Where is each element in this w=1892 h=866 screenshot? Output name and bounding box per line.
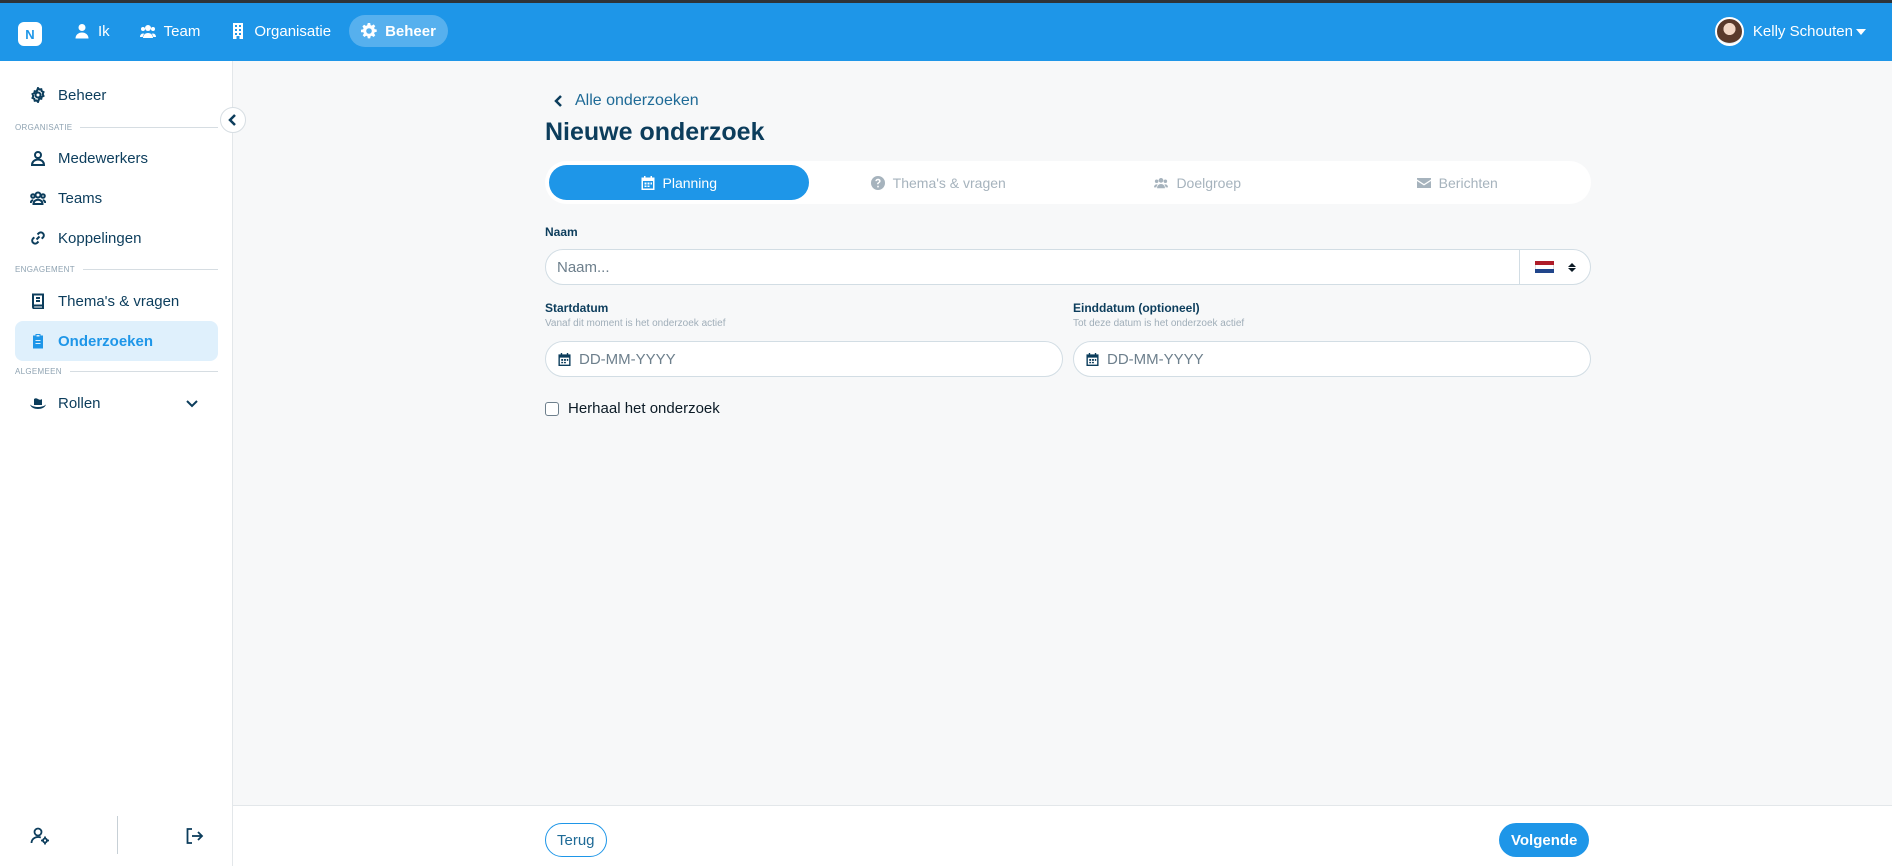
- chevron-left-icon: [228, 114, 236, 126]
- users-icon: [1154, 177, 1169, 188]
- tab-themas-vragen[interactable]: Thema's & vragen: [809, 165, 1069, 200]
- section-label: ENGAGEMENT: [15, 265, 75, 274]
- name-field-wrapper: [545, 249, 1591, 285]
- end-date-hint: Tot deze datum is het onderzoek actief: [1073, 318, 1245, 329]
- sidebar-item-koppelingen[interactable]: Koppelingen: [15, 218, 218, 258]
- hat-icon: [30, 398, 46, 409]
- envelope-icon: [1416, 177, 1431, 188]
- sidebar-item-teams[interactable]: Teams: [15, 178, 218, 218]
- users-icon: [30, 191, 46, 205]
- logout-icon: [186, 828, 204, 844]
- chevron-down-icon: [186, 400, 198, 408]
- tab-label: Planning: [662, 174, 718, 191]
- sidebar-item-medewerkers[interactable]: Medewerkers: [15, 138, 218, 178]
- tab-berichten[interactable]: Berichten: [1328, 165, 1588, 200]
- sidebar-item-label: Rollen: [58, 394, 101, 412]
- repeat-label: Herhaal het onderzoek: [568, 400, 720, 417]
- section-label: ORGANISATIE: [15, 123, 73, 132]
- section-header-engagement: ENGAGEMENT: [15, 265, 218, 274]
- nav-item-ik[interactable]: Ik: [62, 15, 122, 47]
- user-gear-icon: [30, 827, 49, 845]
- sidebar-item-label: Teams: [58, 189, 103, 207]
- repeat-checkbox[interactable]: [545, 401, 559, 416]
- next-button[interactable]: Volgende: [1499, 823, 1590, 857]
- sidebar: Beheer ORGANISATIE Medewerkers Teams Kop…: [0, 61, 233, 866]
- end-date-label: Einddatum (optioneel): [1073, 301, 1200, 315]
- tab-label: Berichten: [1438, 174, 1498, 191]
- sidebar-item-themas[interactable]: Thema's & vragen: [15, 281, 218, 321]
- section-label: ALGEMEEN: [15, 367, 62, 376]
- start-date-input[interactable]: [571, 342, 1062, 376]
- tab-planning[interactable]: Planning: [549, 165, 809, 200]
- sidebar-item-beheer[interactable]: Beheer: [15, 75, 218, 115]
- nav-item-beheer[interactable]: Beheer: [349, 15, 448, 47]
- dutch-flag-icon: [1534, 260, 1554, 274]
- sidebar-item-label: Koppelingen: [58, 229, 142, 247]
- chevron-left-icon: [554, 95, 562, 107]
- book-icon: [32, 293, 44, 309]
- end-date-wrapper: [1073, 341, 1591, 377]
- divider: [80, 127, 218, 128]
- user-settings-button[interactable]: [30, 826, 50, 846]
- back-link-label: Alle onderzoeken: [575, 92, 699, 109]
- divider: [117, 816, 118, 854]
- user-name: Kelly Schouten: [1752, 23, 1853, 40]
- app-logo[interactable]: N: [18, 22, 42, 46]
- wizard-footer: Terug Volgende: [233, 805, 1892, 866]
- logout-button[interactable]: [184, 826, 204, 846]
- nav-item-label: Team: [163, 22, 201, 40]
- link-icon: [31, 231, 45, 245]
- avatar: [1714, 17, 1744, 46]
- sidebar-item-label: Beheer: [58, 86, 107, 104]
- calendar-icon: [558, 352, 571, 366]
- start-date-label: Startdatum: [545, 301, 609, 315]
- calendar-icon: [641, 175, 654, 190]
- top-navbar: N Ik Team Organisatie Beheer Kelly Schou…: [0, 0, 1892, 61]
- gear-icon: [31, 87, 45, 103]
- start-date-wrapper: [545, 341, 1063, 377]
- caret-down-icon: [1856, 28, 1866, 35]
- end-date-input[interactable]: [1099, 342, 1590, 376]
- sidebar-item-label: Thema's & vragen: [58, 292, 180, 310]
- sidebar-collapse-button[interactable]: [220, 107, 246, 133]
- start-date-hint: Vanaf dit moment is het onderzoek actief: [545, 318, 726, 329]
- nav-item-label: Organisatie: [254, 22, 332, 40]
- clipboard-icon: [33, 334, 43, 349]
- language-select[interactable]: [1519, 250, 1590, 284]
- main-nav: Ik Team Organisatie Beheer: [62, 15, 448, 47]
- sidebar-item-label: Medewerkers: [58, 149, 149, 167]
- section-header-algemeen: ALGEMEEN: [15, 367, 218, 376]
- divider: [82, 269, 218, 270]
- tab-label: Thema's & vragen: [892, 174, 1006, 191]
- wizard-tabs: Planning Thema's & vragen Doelgroep Beri…: [545, 161, 1591, 204]
- sort-arrows-icon: [1567, 262, 1576, 272]
- question-circle-icon: [870, 175, 885, 190]
- sidebar-item-rollen[interactable]: Rollen: [15, 383, 218, 423]
- user-icon: [75, 24, 89, 39]
- sidebar-footer: [0, 806, 233, 866]
- users-icon: [139, 25, 156, 38]
- gear-icon: [361, 23, 377, 39]
- name-input[interactable]: [546, 250, 1519, 284]
- divider: [69, 371, 218, 372]
- building-icon: [233, 23, 244, 39]
- sidebar-item-onderzoeken[interactable]: Onderzoeken: [15, 321, 218, 361]
- nav-item-team[interactable]: Team: [128, 15, 213, 47]
- user-icon: [30, 151, 46, 166]
- user-menu[interactable]: Kelly Schouten: [1714, 17, 1866, 46]
- repeat-survey-option[interactable]: Herhaal het onderzoek: [545, 400, 720, 417]
- name-label: Naam: [545, 225, 578, 239]
- tab-label: Doelgroep: [1176, 174, 1242, 191]
- nav-item-label: Beheer: [385, 22, 436, 40]
- nav-item-organisatie[interactable]: Organisatie: [218, 15, 343, 47]
- tab-doelgroep[interactable]: Doelgroep: [1068, 165, 1328, 200]
- page-title: Nieuwe onderzoek: [545, 118, 765, 146]
- back-to-list-link[interactable]: Alle onderzoeken: [553, 92, 699, 110]
- nav-item-label: Ik: [98, 22, 110, 40]
- calendar-icon: [1086, 352, 1099, 366]
- section-header-organisatie: ORGANISATIE: [15, 123, 218, 132]
- sidebar-item-label: Onderzoeken: [58, 332, 154, 350]
- back-button[interactable]: Terug: [545, 823, 607, 857]
